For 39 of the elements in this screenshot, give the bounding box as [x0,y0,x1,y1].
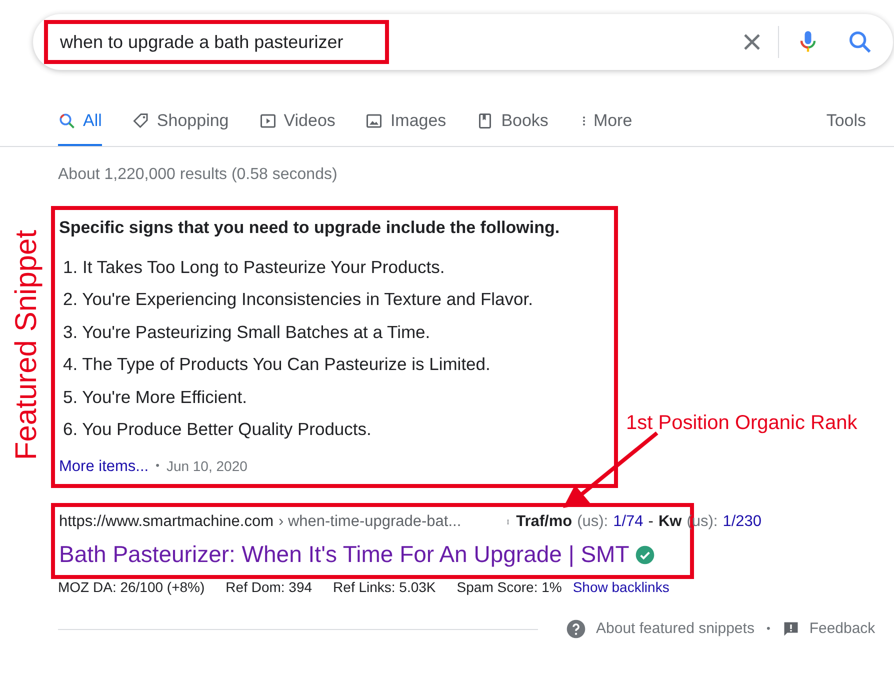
list-item: 3. You're Pasteurizing Small Batches at a Time. [63,320,432,344]
metric-label: Traf/mo [516,512,572,532]
more-items-link[interactable]: More items... [59,455,149,478]
snippet-date: Jun 10, 2020 [166,457,248,476]
tab[interactable]: Shopping [132,104,229,146]
metric-separator: - [648,512,654,532]
metric-value[interactable]: 1/74 [613,510,644,534]
list-item: 4. The Type of Products You Can Pasteurize is Limited. [63,353,492,376]
seo-metric: MOZ DA: 26/100 (+8%) [58,578,205,597]
tools-button[interactable]: Tools [820,104,872,134]
metric-unit: (us): [577,512,608,532]
list-item: 2. You're Experiencing Inconsistencies in Texture and Flavor. [63,288,534,312]
separator-dot: • [766,622,770,637]
tab[interactable]: Videos [258,104,336,146]
feedback-link[interactable]: Feedback [809,618,876,640]
list-item: 1. It Takes Too Long to Pasteurize Your Products. [63,256,446,279]
annotation-label: Featured Snippet [11,228,43,462]
about-snippets-link[interactable]: About featured snippets [596,618,754,640]
search-bar[interactable]: when to upgrade a bath pasteurizer [33,14,893,70]
result-title-link[interactable]: Bath Pasteurizer: When It's Time For An Upgrade | SMT [59,537,630,572]
metric-value[interactable]: 1/230 [722,510,762,534]
seo-metric: Ref Links: 5.03K [333,578,436,597]
show-backlinks-link[interactable]: Show backlinks [572,577,670,598]
breadcrumb: › when-time-upgrade-bat... [278,512,462,532]
search-query: when to upgrade a bath pasteurizer [60,30,344,54]
seo-metric: Spam Score: 1% [456,578,562,597]
result-url[interactable]: https://www.smartmachine.com [59,510,274,534]
tab[interactable]: More [578,104,632,146]
tab[interactable]: All [58,104,102,146]
metric-label: Kw [658,512,682,532]
separator-dot: • [156,459,160,474]
snippet-heading: Specific signs that you need to upgrade include the following. [59,217,561,239]
result-stats: About 1,220,000 results (0.58 seconds) [58,165,338,185]
tab[interactable]: Books [476,104,548,146]
tab[interactable]: Images [365,104,446,146]
list-item: 5. You're More Efficient. [63,386,248,409]
list-item: 6. You Produce Better Quality Products. [63,418,372,442]
annotation-label: 1st Position Organic Rank [626,411,858,436]
seo-metric: Ref Dom: 394 [226,578,312,597]
